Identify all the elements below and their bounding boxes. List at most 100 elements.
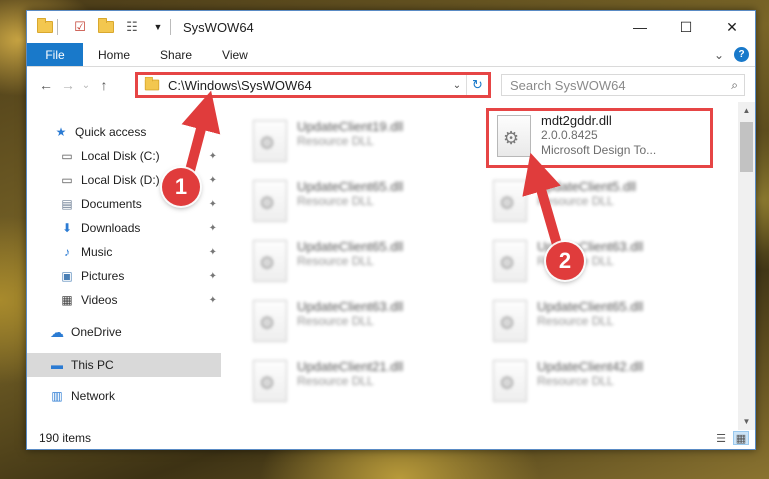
search-icon[interactable]: ⌕: [731, 78, 738, 93]
sidebar-item-videos[interactable]: ▦ Videos ✦: [27, 288, 221, 312]
sidebar-item-downloads[interactable]: ⬇ Downloads ✦: [27, 216, 221, 240]
dll-file-icon: ⚙: [493, 300, 527, 342]
customize-toolbar-icon[interactable]: ☷: [124, 19, 140, 35]
file-name: UpdateClient5.dll: [537, 179, 637, 194]
list-item[interactable]: ⚙ UpdateClient65.dll Resource DLL: [485, 294, 715, 350]
ribbon-expand-icon[interactable]: ⌄: [714, 48, 724, 62]
sidebar-item-network[interactable]: ▥ Network: [27, 384, 221, 408]
list-item[interactable]: ⚙ UpdateClient63.dll Resource DLL: [485, 234, 715, 290]
address-bar[interactable]: C:\Windows\SysWOW64 ⌄ ↻: [135, 72, 491, 98]
pictures-icon: ▣: [61, 269, 73, 283]
sidebar-item-label: Videos: [81, 293, 118, 307]
sidebar-item-onedrive[interactable]: ☁ OneDrive: [27, 320, 221, 344]
step-marker-1: 1: [162, 168, 200, 206]
sidebar-item-quick-access[interactable]: ★ Quick access: [27, 120, 221, 144]
sidebar-item-label: Documents: [81, 197, 142, 211]
file-name: UpdateClient42.dll: [537, 359, 644, 374]
file-name: UpdateClient65.dll: [297, 239, 404, 254]
network-icon: ▥: [51, 389, 63, 403]
navigation-bar: ← → ⌄ ↑ C:\Windows\SysWOW64 ⌄ ↻ Search S…: [27, 68, 755, 102]
list-item[interactable]: ⚙ UpdateClient5.dll Resource DLL: [485, 174, 715, 230]
tab-file[interactable]: File: [27, 43, 83, 66]
dll-file-icon: ⚙: [253, 120, 287, 162]
sidebar-item-pictures[interactable]: ▣ Pictures ✦: [27, 264, 221, 288]
navigation-pane: ★ Quick access ▭ Local Disk (C:) ✦ ▭ Loc…: [27, 102, 221, 430]
vertical-scrollbar[interactable]: ▲ ▼: [738, 102, 755, 430]
divider: [57, 19, 58, 35]
search-input[interactable]: Search SysWOW64 ⌕: [501, 74, 745, 96]
file-type: Resource DLL: [537, 374, 614, 388]
pin-icon[interactable]: ✦: [209, 199, 217, 210]
dll-file-icon: ⚙: [497, 115, 531, 157]
sidebar-item-label: Quick access: [75, 125, 147, 139]
sidebar-item-label: Music: [81, 245, 113, 259]
sidebar-item-local-disk-c[interactable]: ▭ Local Disk (C:) ✦: [27, 144, 221, 168]
minimize-button[interactable]: —: [617, 11, 663, 43]
up-button[interactable]: ↑: [93, 77, 115, 93]
tab-home[interactable]: Home: [83, 43, 145, 66]
recent-locations-icon[interactable]: ⌄: [79, 80, 93, 91]
star-icon: ★: [55, 125, 67, 139]
forward-button[interactable]: →: [57, 77, 79, 93]
pin-icon[interactable]: ✦: [209, 271, 217, 282]
file-name: mdt2gddr.dll: [541, 113, 612, 128]
dll-file-icon: ⚙: [253, 240, 287, 282]
properties-icon[interactable]: ☑: [72, 19, 88, 35]
divider: [170, 19, 171, 35]
address-path[interactable]: C:\Windows\SysWOW64: [168, 78, 312, 93]
toolbar-dropdown-icon[interactable]: ▼: [150, 19, 166, 35]
sidebar-item-this-pc[interactable]: ▬ This PC: [27, 353, 221, 377]
file-type: Resource DLL: [297, 134, 374, 148]
pin-icon[interactable]: ✦: [209, 151, 217, 162]
sidebar-item-label: OneDrive: [71, 325, 122, 339]
dll-file-icon: ⚙: [493, 180, 527, 222]
file-type: Resource DLL: [297, 314, 374, 328]
back-button[interactable]: ←: [35, 77, 57, 93]
file-name: UpdateClient65.dll: [297, 179, 404, 194]
new-folder-icon[interactable]: [98, 18, 114, 35]
close-button[interactable]: ✕: [709, 11, 755, 43]
tab-view[interactable]: View: [207, 43, 263, 66]
details-view-icon[interactable]: ☰: [713, 431, 729, 445]
scroll-thumb[interactable]: [740, 122, 753, 172]
list-item[interactable]: ⚙ UpdateClient65.dll Resource DLL: [245, 234, 475, 290]
list-item-mdt2gddr[interactable]: ⚙ mdt2gddr.dll 2.0.0.8425 Microsoft Desi…: [489, 111, 719, 167]
pin-icon[interactable]: ✦: [209, 295, 217, 306]
sidebar-item-label: Network: [71, 389, 116, 403]
computer-icon: ▬: [51, 358, 63, 372]
dll-file-icon: ⚙: [493, 360, 527, 402]
dll-file-icon: ⚙: [253, 180, 287, 222]
list-item[interactable]: ⚙ UpdateClient21.dll Resource DLL: [245, 354, 475, 410]
videos-icon: ▦: [61, 293, 73, 307]
list-item[interactable]: ⚙ UpdateClient42.dll Resource DLL: [485, 354, 715, 410]
list-item[interactable]: ⚙ UpdateClient65.dll Resource DLL: [245, 174, 475, 230]
pin-icon[interactable]: ✦: [209, 223, 217, 234]
folder-icon: [144, 76, 160, 91]
refresh-icon[interactable]: ↻: [466, 75, 488, 95]
sidebar-item-label: Downloads: [81, 221, 141, 235]
file-name: UpdateClient19.dll: [297, 119, 404, 134]
title-bar: ☑ ☷ ▼ SysWOW64 — ☐ ✕: [27, 11, 755, 43]
large-icons-view-icon[interactable]: ▦: [733, 431, 749, 445]
music-icon: ♪: [64, 245, 70, 259]
maximize-button[interactable]: ☐: [663, 11, 709, 43]
file-type: Resource DLL: [537, 314, 614, 328]
file-explorer-window: ☑ ☷ ▼ SysWOW64 — ☐ ✕ File Home Share Vie…: [26, 10, 756, 450]
file-type: Resource DLL: [297, 374, 374, 388]
sidebar-item-music[interactable]: ♪ Music ✦: [27, 240, 221, 264]
dll-file-icon: ⚙: [253, 300, 287, 342]
scroll-up-icon[interactable]: ▲: [738, 102, 755, 119]
list-item[interactable]: ⚙ UpdateClient19.dll Resource DLL: [245, 114, 475, 170]
list-item[interactable]: ⚙ UpdateClient63.dll Resource DLL: [245, 294, 475, 350]
pin-icon[interactable]: ✦: [209, 247, 217, 258]
pin-icon[interactable]: ✦: [209, 175, 217, 186]
file-type: Resource DLL: [297, 194, 374, 208]
help-icon[interactable]: ?: [734, 47, 749, 62]
tab-share[interactable]: Share: [145, 43, 207, 66]
dll-file-icon: ⚙: [493, 240, 527, 282]
address-dropdown-icon[interactable]: ⌄: [448, 80, 466, 91]
search-placeholder: Search SysWOW64: [510, 77, 626, 93]
cloud-icon: ☁: [50, 323, 64, 340]
step-marker-2: 2: [546, 242, 584, 280]
documents-icon: ▤: [61, 197, 73, 211]
